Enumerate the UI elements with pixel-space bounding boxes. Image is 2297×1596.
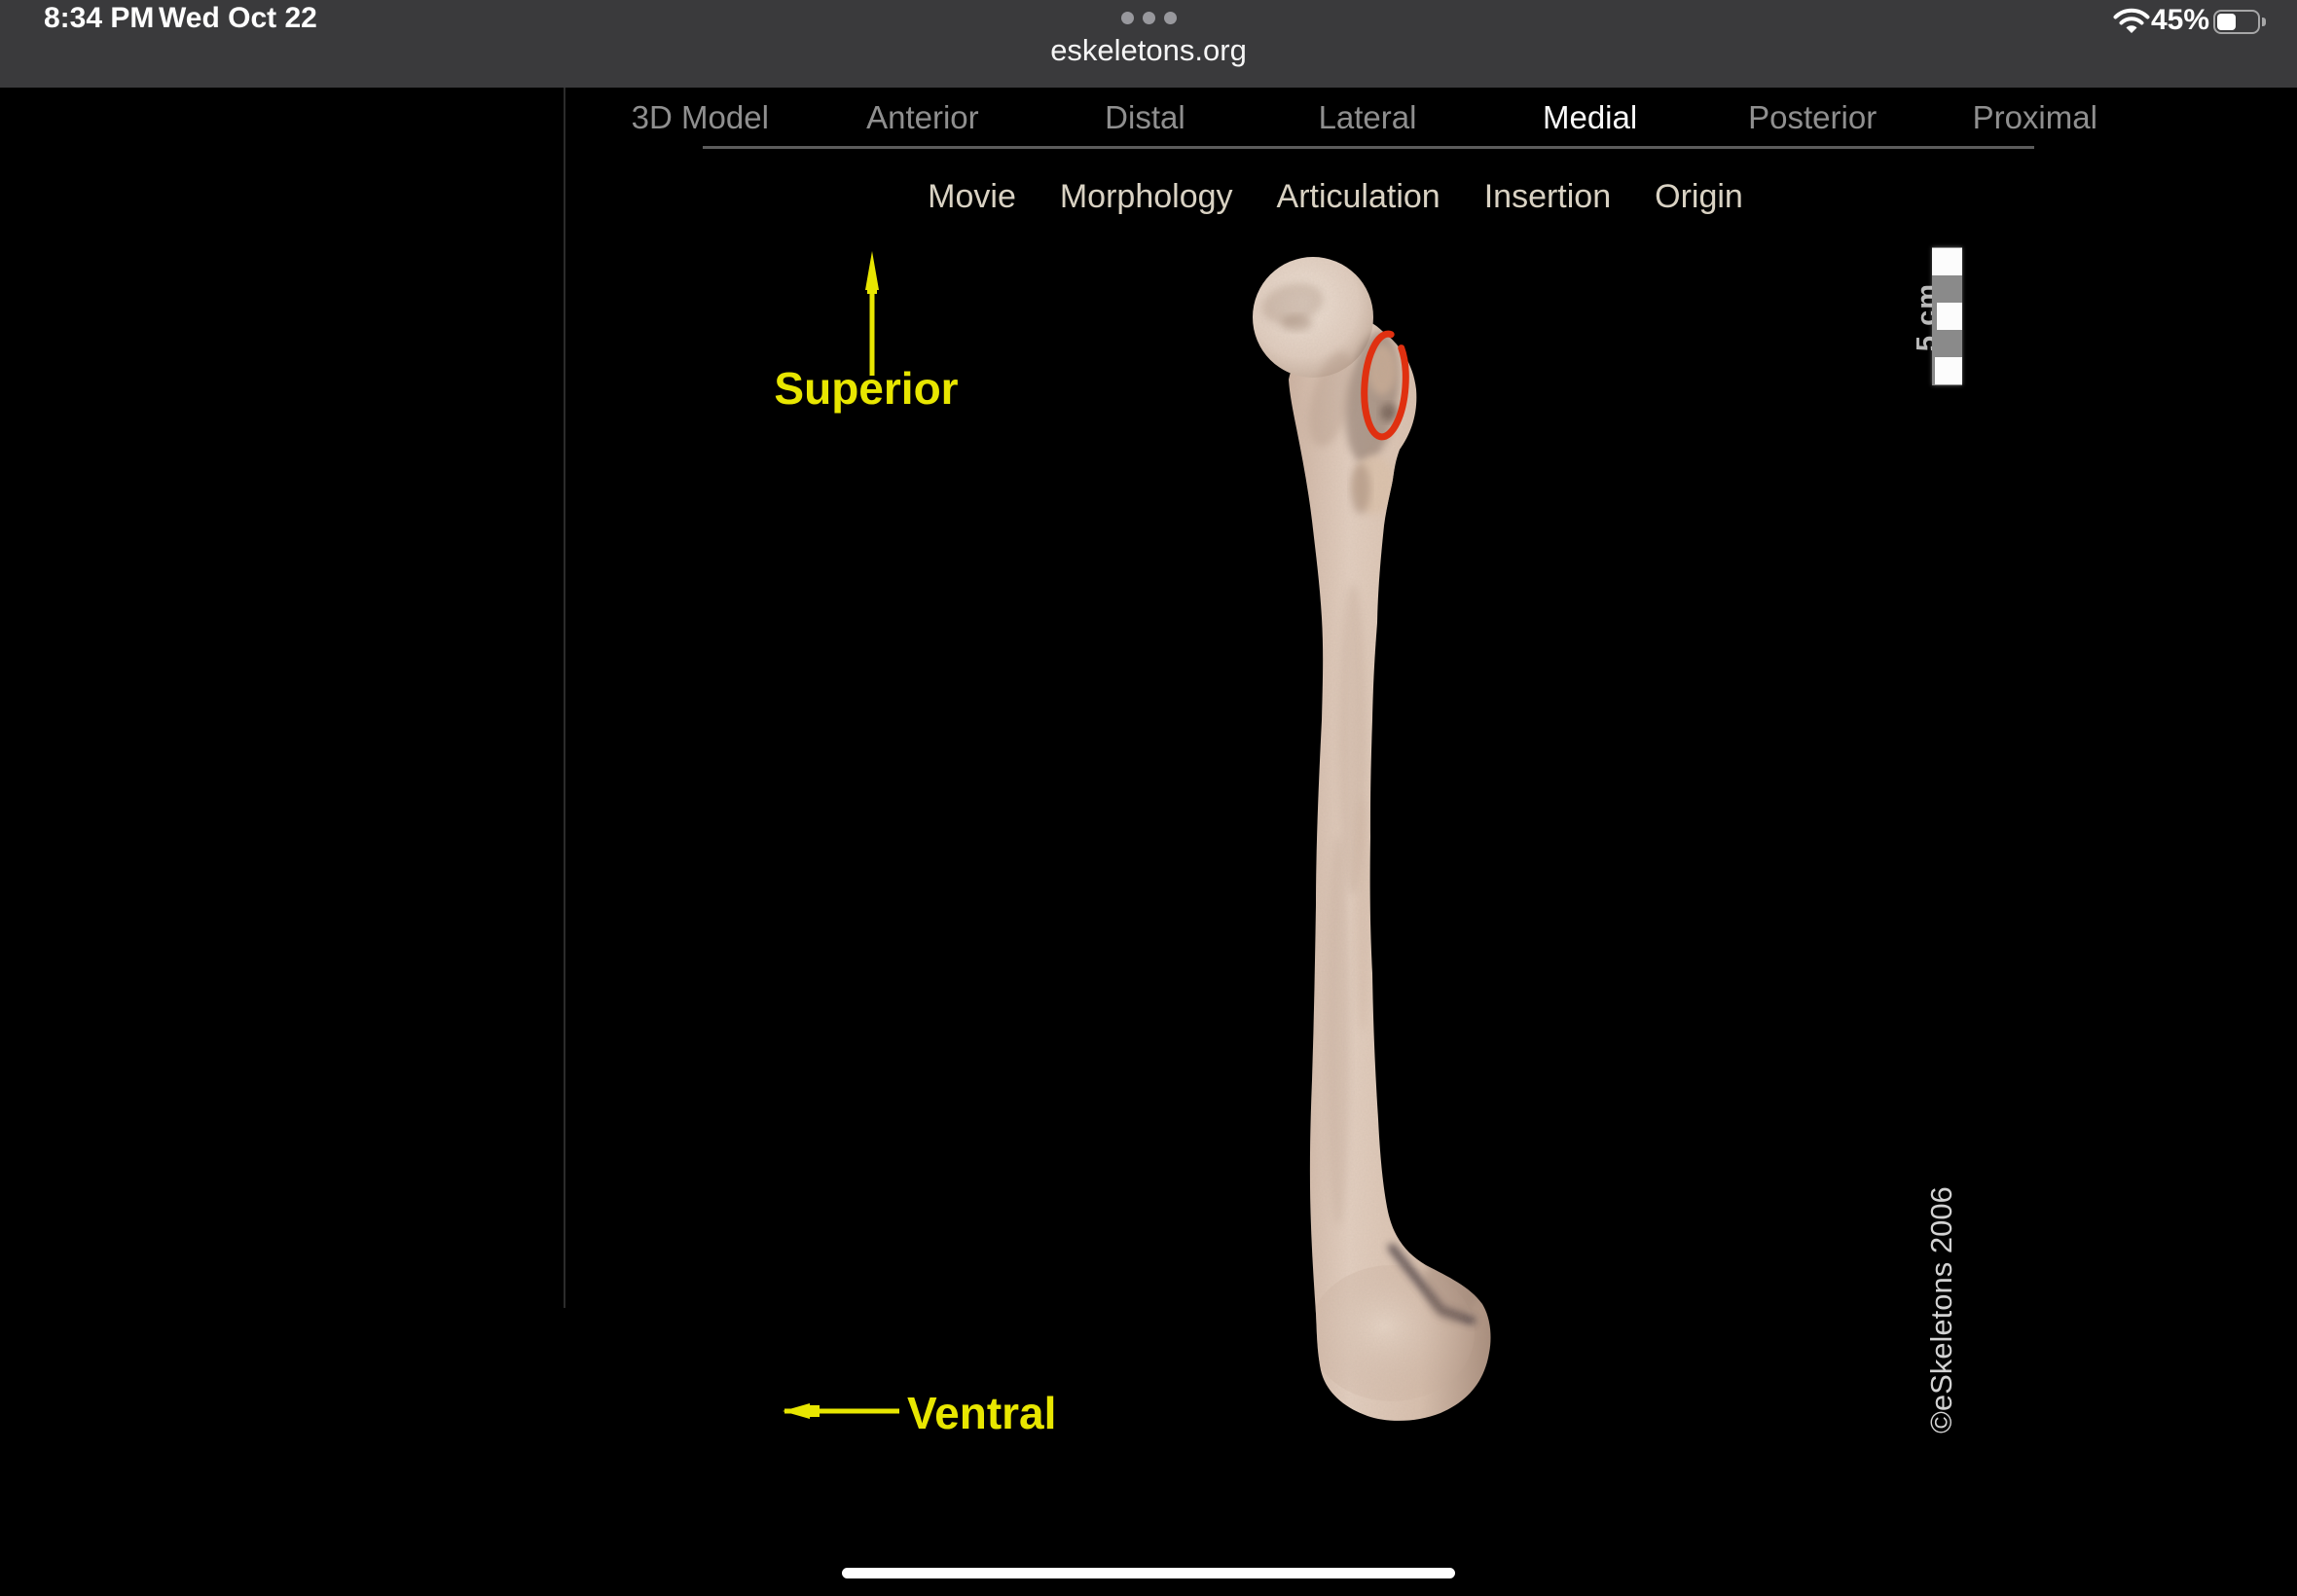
tab-distal[interactable]: Distal: [1034, 88, 1257, 148]
clock: 8:34 PM: [44, 2, 154, 35]
address-bar[interactable]: eskeletons.org: [0, 33, 2297, 68]
link-articulation[interactable]: Articulation: [1277, 173, 1440, 220]
scale-bar-graphic: [1932, 247, 1962, 385]
copyright-text: ©eSkeletons 2006: [1924, 1130, 1957, 1433]
home-indicator[interactable]: [842, 1568, 1455, 1578]
tab-medial[interactable]: Medial: [1478, 88, 1701, 148]
status-bar: 8:34 PM Wed Oct 22 eskeletons.org 45%: [0, 0, 2297, 88]
link-morphology[interactable]: Morphology: [1060, 173, 1233, 220]
tab-proximal[interactable]: Proximal: [1923, 88, 2146, 148]
view-tabs: 3D Model Anterior Distal Lateral Medial …: [589, 88, 2146, 148]
tab-overflow-icon[interactable]: [1119, 12, 1178, 24]
superior-arrow-icon: [857, 251, 888, 380]
wifi-icon: [2112, 8, 2151, 37]
tab-anterior[interactable]: Anterior: [812, 88, 1035, 148]
link-movie[interactable]: Movie: [928, 173, 1016, 220]
ventral-arrow-icon: [779, 1397, 905, 1425]
link-origin[interactable]: Origin: [1655, 173, 1743, 220]
content-left-border: [564, 88, 565, 1308]
link-insertion[interactable]: Insertion: [1484, 173, 1611, 220]
scale-bar: 5 cm: [1896, 245, 2013, 391]
femur-medial-view-image: [1207, 234, 1538, 1460]
superior-label: Superior: [769, 362, 964, 415]
tab-posterior[interactable]: Posterior: [1701, 88, 1924, 148]
section-tabs: Movie Morphology Articulation Insertion …: [565, 173, 2106, 220]
view-tabs-divider: [703, 146, 2034, 149]
tab-3d-model[interactable]: 3D Model: [589, 88, 812, 148]
ventral-label: Ventral: [907, 1387, 1160, 1439]
screen: 8:34 PM Wed Oct 22 eskeletons.org 45% 3D…: [0, 0, 2297, 1596]
battery-percent: 45%: [2151, 4, 2209, 37]
tab-lateral[interactable]: Lateral: [1257, 88, 1479, 148]
battery-icon: [2213, 10, 2272, 35]
date: Wed Oct 22: [159, 2, 317, 35]
